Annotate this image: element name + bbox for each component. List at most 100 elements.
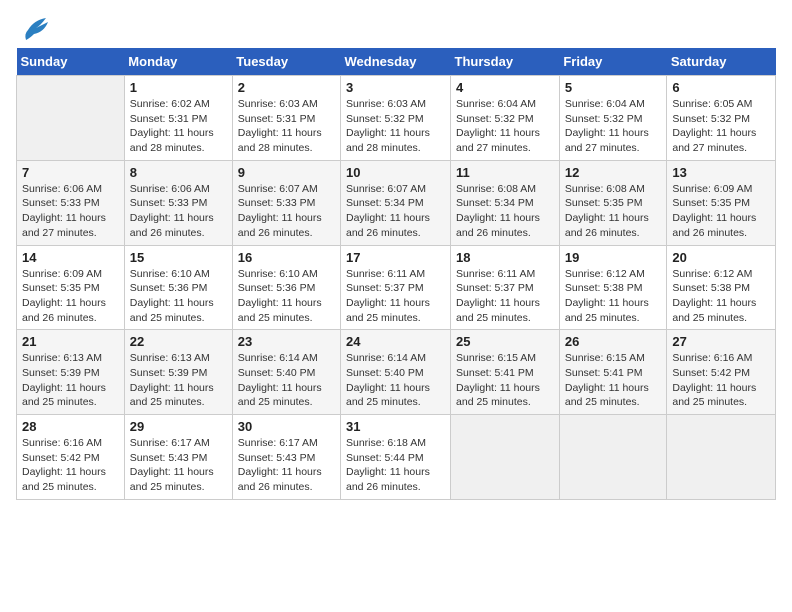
- calendar-cell: 30 Sunrise: 6:17 AMSunset: 5:43 PMDaylig…: [232, 415, 340, 500]
- calendar-cell: 21 Sunrise: 6:13 AMSunset: 5:39 PMDaylig…: [17, 330, 125, 415]
- day-info: Sunrise: 6:07 AMSunset: 5:33 PMDaylight:…: [238, 182, 335, 241]
- calendar-cell: 7 Sunrise: 6:06 AMSunset: 5:33 PMDayligh…: [17, 160, 125, 245]
- day-number: 18: [456, 250, 554, 265]
- day-info: Sunrise: 6:13 AMSunset: 5:39 PMDaylight:…: [130, 351, 227, 410]
- column-header-wednesday: Wednesday: [341, 48, 451, 76]
- calendar-cell: 5 Sunrise: 6:04 AMSunset: 5:32 PMDayligh…: [559, 76, 667, 161]
- calendar-week-row: 7 Sunrise: 6:06 AMSunset: 5:33 PMDayligh…: [17, 160, 776, 245]
- calendar-cell: 23 Sunrise: 6:14 AMSunset: 5:40 PMDaylig…: [232, 330, 340, 415]
- calendar-cell: 12 Sunrise: 6:08 AMSunset: 5:35 PMDaylig…: [559, 160, 667, 245]
- day-info: Sunrise: 6:06 AMSunset: 5:33 PMDaylight:…: [22, 182, 119, 241]
- calendar-cell: 18 Sunrise: 6:11 AMSunset: 5:37 PMDaylig…: [451, 245, 560, 330]
- day-info: Sunrise: 6:08 AMSunset: 5:34 PMDaylight:…: [456, 182, 554, 241]
- day-number: 10: [346, 165, 445, 180]
- calendar-cell: 1 Sunrise: 6:02 AMSunset: 5:31 PMDayligh…: [124, 76, 232, 161]
- day-info: Sunrise: 6:05 AMSunset: 5:32 PMDaylight:…: [672, 97, 770, 156]
- day-info: Sunrise: 6:02 AMSunset: 5:31 PMDaylight:…: [130, 97, 227, 156]
- calendar-cell: 29 Sunrise: 6:17 AMSunset: 5:43 PMDaylig…: [124, 415, 232, 500]
- column-header-thursday: Thursday: [451, 48, 560, 76]
- calendar-cell: [451, 415, 560, 500]
- calendar-header-row: SundayMondayTuesdayWednesdayThursdayFrid…: [17, 48, 776, 76]
- column-header-friday: Friday: [559, 48, 667, 76]
- day-number: 21: [22, 334, 119, 349]
- day-info: Sunrise: 6:04 AMSunset: 5:32 PMDaylight:…: [456, 97, 554, 156]
- day-number: 13: [672, 165, 770, 180]
- calendar-cell: 10 Sunrise: 6:07 AMSunset: 5:34 PMDaylig…: [341, 160, 451, 245]
- logo-bird-icon: [18, 16, 50, 42]
- calendar-cell: 25 Sunrise: 6:15 AMSunset: 5:41 PMDaylig…: [451, 330, 560, 415]
- day-number: 29: [130, 419, 227, 434]
- day-info: Sunrise: 6:12 AMSunset: 5:38 PMDaylight:…: [672, 267, 770, 326]
- day-number: 7: [22, 165, 119, 180]
- day-info: Sunrise: 6:08 AMSunset: 5:35 PMDaylight:…: [565, 182, 662, 241]
- day-info: Sunrise: 6:07 AMSunset: 5:34 PMDaylight:…: [346, 182, 445, 241]
- day-number: 17: [346, 250, 445, 265]
- calendar-cell: 4 Sunrise: 6:04 AMSunset: 5:32 PMDayligh…: [451, 76, 560, 161]
- calendar-cell: 16 Sunrise: 6:10 AMSunset: 5:36 PMDaylig…: [232, 245, 340, 330]
- day-number: 14: [22, 250, 119, 265]
- calendar-table: SundayMondayTuesdayWednesdayThursdayFrid…: [16, 48, 776, 500]
- day-number: 31: [346, 419, 445, 434]
- calendar-cell: 31 Sunrise: 6:18 AMSunset: 5:44 PMDaylig…: [341, 415, 451, 500]
- day-number: 25: [456, 334, 554, 349]
- day-info: Sunrise: 6:15 AMSunset: 5:41 PMDaylight:…: [456, 351, 554, 410]
- day-info: Sunrise: 6:09 AMSunset: 5:35 PMDaylight:…: [672, 182, 770, 241]
- day-number: 2: [238, 80, 335, 95]
- day-info: Sunrise: 6:11 AMSunset: 5:37 PMDaylight:…: [456, 267, 554, 326]
- calendar-cell: [667, 415, 776, 500]
- calendar-cell: 19 Sunrise: 6:12 AMSunset: 5:38 PMDaylig…: [559, 245, 667, 330]
- day-info: Sunrise: 6:06 AMSunset: 5:33 PMDaylight:…: [130, 182, 227, 241]
- calendar-cell: [17, 76, 125, 161]
- day-number: 26: [565, 334, 662, 349]
- calendar-cell: 17 Sunrise: 6:11 AMSunset: 5:37 PMDaylig…: [341, 245, 451, 330]
- calendar-cell: 13 Sunrise: 6:09 AMSunset: 5:35 PMDaylig…: [667, 160, 776, 245]
- calendar-cell: 26 Sunrise: 6:15 AMSunset: 5:41 PMDaylig…: [559, 330, 667, 415]
- calendar-cell: 28 Sunrise: 6:16 AMSunset: 5:42 PMDaylig…: [17, 415, 125, 500]
- calendar-cell: 27 Sunrise: 6:16 AMSunset: 5:42 PMDaylig…: [667, 330, 776, 415]
- day-number: 28: [22, 419, 119, 434]
- day-info: Sunrise: 6:12 AMSunset: 5:38 PMDaylight:…: [565, 267, 662, 326]
- calendar-cell: 14 Sunrise: 6:09 AMSunset: 5:35 PMDaylig…: [17, 245, 125, 330]
- day-info: Sunrise: 6:11 AMSunset: 5:37 PMDaylight:…: [346, 267, 445, 326]
- day-info: Sunrise: 6:10 AMSunset: 5:36 PMDaylight:…: [130, 267, 227, 326]
- calendar-cell: 20 Sunrise: 6:12 AMSunset: 5:38 PMDaylig…: [667, 245, 776, 330]
- calendar-cell: 3 Sunrise: 6:03 AMSunset: 5:32 PMDayligh…: [341, 76, 451, 161]
- day-number: 8: [130, 165, 227, 180]
- day-number: 23: [238, 334, 335, 349]
- day-number: 5: [565, 80, 662, 95]
- day-number: 1: [130, 80, 227, 95]
- day-number: 20: [672, 250, 770, 265]
- calendar-week-row: 14 Sunrise: 6:09 AMSunset: 5:35 PMDaylig…: [17, 245, 776, 330]
- day-info: Sunrise: 6:17 AMSunset: 5:43 PMDaylight:…: [238, 436, 335, 495]
- day-info: Sunrise: 6:03 AMSunset: 5:31 PMDaylight:…: [238, 97, 335, 156]
- calendar-cell: 9 Sunrise: 6:07 AMSunset: 5:33 PMDayligh…: [232, 160, 340, 245]
- calendar-week-row: 28 Sunrise: 6:16 AMSunset: 5:42 PMDaylig…: [17, 415, 776, 500]
- day-number: 12: [565, 165, 662, 180]
- day-info: Sunrise: 6:09 AMSunset: 5:35 PMDaylight:…: [22, 267, 119, 326]
- day-number: 15: [130, 250, 227, 265]
- day-info: Sunrise: 6:04 AMSunset: 5:32 PMDaylight:…: [565, 97, 662, 156]
- day-number: 3: [346, 80, 445, 95]
- logo: [16, 20, 50, 42]
- calendar-cell: 22 Sunrise: 6:13 AMSunset: 5:39 PMDaylig…: [124, 330, 232, 415]
- day-number: 16: [238, 250, 335, 265]
- column-header-sunday: Sunday: [17, 48, 125, 76]
- day-info: Sunrise: 6:17 AMSunset: 5:43 PMDaylight:…: [130, 436, 227, 495]
- calendar-cell: 6 Sunrise: 6:05 AMSunset: 5:32 PMDayligh…: [667, 76, 776, 161]
- calendar-cell: 15 Sunrise: 6:10 AMSunset: 5:36 PMDaylig…: [124, 245, 232, 330]
- calendar-cell: 24 Sunrise: 6:14 AMSunset: 5:40 PMDaylig…: [341, 330, 451, 415]
- calendar-cell: 8 Sunrise: 6:06 AMSunset: 5:33 PMDayligh…: [124, 160, 232, 245]
- day-number: 22: [130, 334, 227, 349]
- day-number: 6: [672, 80, 770, 95]
- day-info: Sunrise: 6:13 AMSunset: 5:39 PMDaylight:…: [22, 351, 119, 410]
- day-number: 11: [456, 165, 554, 180]
- calendar-week-row: 1 Sunrise: 6:02 AMSunset: 5:31 PMDayligh…: [17, 76, 776, 161]
- day-number: 19: [565, 250, 662, 265]
- day-info: Sunrise: 6:16 AMSunset: 5:42 PMDaylight:…: [22, 436, 119, 495]
- day-info: Sunrise: 6:14 AMSunset: 5:40 PMDaylight:…: [238, 351, 335, 410]
- day-info: Sunrise: 6:14 AMSunset: 5:40 PMDaylight:…: [346, 351, 445, 410]
- column-header-saturday: Saturday: [667, 48, 776, 76]
- day-number: 24: [346, 334, 445, 349]
- calendar-cell: [559, 415, 667, 500]
- day-info: Sunrise: 6:15 AMSunset: 5:41 PMDaylight:…: [565, 351, 662, 410]
